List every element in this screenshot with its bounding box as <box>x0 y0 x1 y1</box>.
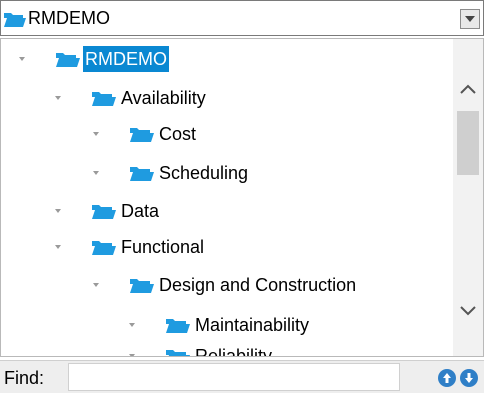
tree-item-data[interactable]: Data <box>53 196 161 226</box>
tree-item-reliability[interactable]: Reliability <box>127 341 274 357</box>
arrow-down-icon <box>465 373 473 383</box>
combobox-selected-value: RMDEMO <box>28 8 110 28</box>
find-previous-button[interactable] <box>438 369 456 387</box>
find-input[interactable] <box>68 363 400 391</box>
expand-toggle-icon[interactable] <box>127 351 137 357</box>
folder-combobox[interactable]: RMDEMO <box>0 0 484 36</box>
tree-item-label: RMDEMO <box>83 46 169 72</box>
find-next-button[interactable] <box>460 369 478 387</box>
expand-toggle-icon[interactable] <box>91 168 101 178</box>
dropdown-arrow-button[interactable] <box>460 9 480 29</box>
arrow-up-icon <box>443 373 451 383</box>
folder-open-icon <box>166 319 190 333</box>
expand-toggle-icon[interactable] <box>91 280 101 290</box>
expand-toggle-icon[interactable] <box>53 242 63 252</box>
folder-open-icon <box>130 167 154 181</box>
folder-open-icon <box>92 241 116 255</box>
tree-item-maintainability[interactable]: Maintainability <box>127 310 311 340</box>
scrollbar-thumb[interactable] <box>457 111 479 175</box>
tree-item-label: Design and Construction <box>159 275 357 295</box>
expand-toggle-icon[interactable] <box>53 93 63 103</box>
find-label: Find: <box>4 368 45 388</box>
tree-item-cost[interactable]: Cost <box>91 119 198 149</box>
folder-open-icon <box>92 205 116 219</box>
folder-open-icon <box>3 10 27 33</box>
tree-item-availability[interactable]: Availability <box>53 83 208 113</box>
tree-item-functional[interactable]: Functional <box>53 232 206 262</box>
folder-open-icon <box>130 279 154 293</box>
tree-item-label: Data <box>121 201 160 221</box>
find-bar: Find: <box>0 360 484 393</box>
tree-item-label: Availability <box>121 88 206 108</box>
expand-toggle-icon[interactable] <box>91 129 101 139</box>
tree-item-label: Maintainability <box>195 315 310 335</box>
expand-toggle-icon[interactable] <box>17 54 27 64</box>
tree-item-label: Functional <box>121 237 205 257</box>
folder-open-icon <box>166 350 190 356</box>
vertical-scrollbar[interactable] <box>453 39 483 356</box>
tree-item-design-and-construction[interactable]: Design and Construction <box>91 270 358 300</box>
folder-open-icon <box>92 92 116 106</box>
tree-item-rmdemo[interactable]: RMDEMO <box>17 44 169 74</box>
scroll-up-icon[interactable] <box>459 83 477 95</box>
tree-item-label: Reliability <box>195 346 273 357</box>
scroll-down-icon[interactable] <box>459 305 477 317</box>
folder-open-icon <box>130 128 154 142</box>
expand-toggle-icon[interactable] <box>127 320 137 330</box>
folder-tree[interactable]: RMDEMO Availability Cost Scheduling Data… <box>0 38 484 357</box>
tree-item-label: Scheduling <box>159 163 249 183</box>
tree-item-scheduling[interactable]: Scheduling <box>91 158 250 188</box>
folder-open-icon <box>56 53 80 67</box>
expand-toggle-icon[interactable] <box>53 206 63 216</box>
tree-item-label: Cost <box>159 124 197 144</box>
